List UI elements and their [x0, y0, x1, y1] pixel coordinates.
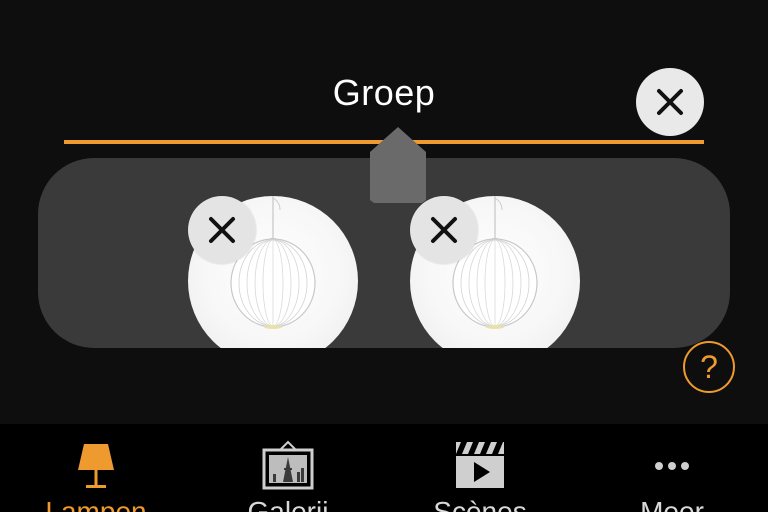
- group-drag-handle[interactable]: [369, 126, 427, 204]
- gallery-icon: [261, 440, 315, 497]
- tab-scenes[interactable]: Scènes: [384, 424, 576, 512]
- tab-lampen[interactable]: Lampen: [0, 424, 192, 512]
- tab-galerij[interactable]: Galerij: [192, 424, 384, 512]
- close-icon: [657, 89, 683, 115]
- more-icon: [652, 440, 692, 497]
- tab-label: Lampen: [45, 496, 147, 512]
- close-icon: [431, 217, 457, 243]
- bottom-tab-bar: Lampen Galerij Scènes Meer: [0, 424, 768, 512]
- tab-label: Galerij: [247, 496, 329, 512]
- app-screen: Groep ? Lampen Galerij Scènes Meer: [0, 0, 768, 512]
- close-icon: [209, 217, 235, 243]
- remove-lamp-2-button[interactable]: [410, 196, 478, 264]
- lamp-icon: [76, 440, 116, 497]
- tab-meer[interactable]: Meer: [576, 424, 768, 512]
- drag-handle-icon: [370, 127, 426, 203]
- scenes-icon: [453, 440, 507, 497]
- help-button[interactable]: ?: [683, 341, 735, 393]
- tab-label: Meer: [640, 496, 704, 512]
- close-group-button[interactable]: [636, 68, 704, 136]
- tab-label: Scènes: [433, 496, 527, 512]
- remove-lamp-1-button[interactable]: [188, 196, 256, 264]
